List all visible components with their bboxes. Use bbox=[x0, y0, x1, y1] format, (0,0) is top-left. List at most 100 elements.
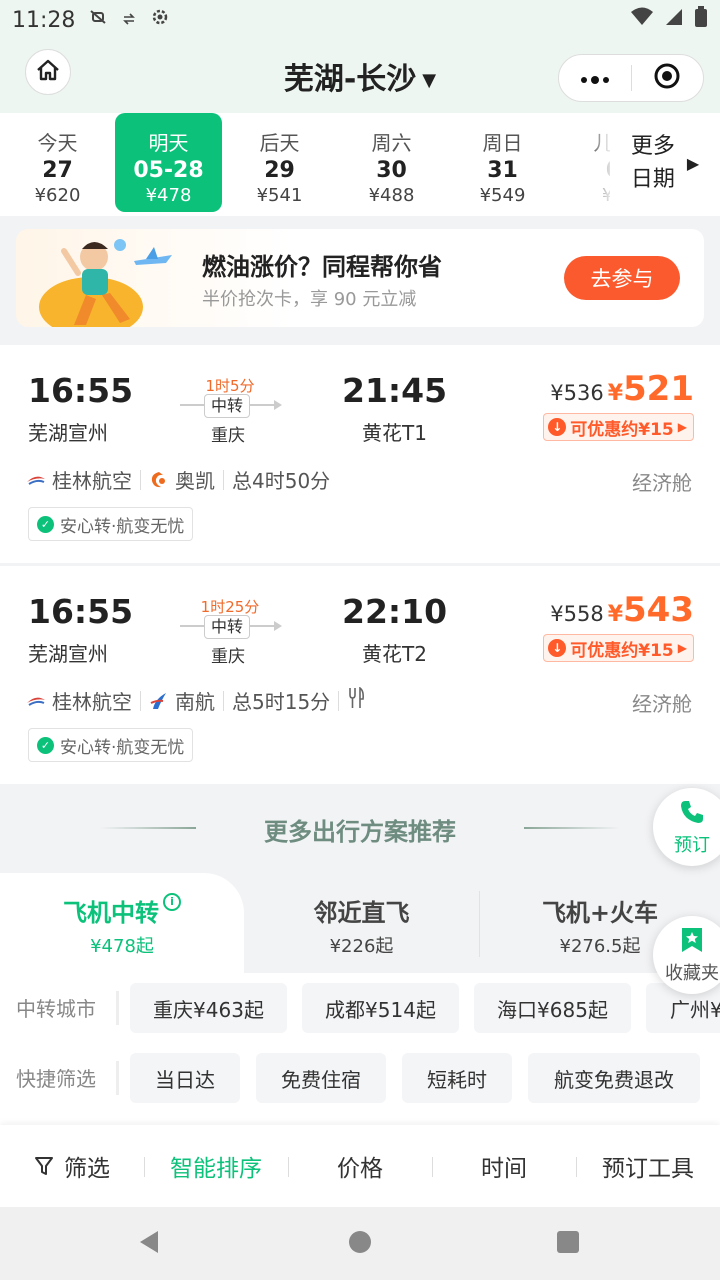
home-nav-button[interactable] bbox=[343, 1227, 377, 1261]
back-triangle-icon bbox=[136, 1228, 162, 1260]
more-dots-icon bbox=[580, 69, 610, 88]
close-miniapp-button[interactable] bbox=[632, 62, 704, 94]
promo-illustration bbox=[16, 229, 186, 327]
date-price: ¥478 bbox=[145, 185, 192, 206]
triangle-right-icon: ▶ bbox=[677, 420, 687, 434]
partner-airline: 奥凯 bbox=[175, 469, 215, 493]
chip-haikou[interactable]: 海口¥685起 bbox=[474, 983, 631, 1033]
date-label: 明天 bbox=[148, 131, 189, 155]
info-icon[interactable]: i bbox=[163, 893, 181, 911]
safe-transfer-text: 安心转·航变无忧 bbox=[60, 516, 185, 537]
filter-label: 筛选 bbox=[64, 1156, 110, 1182]
tab-flight-transfer[interactable]: 飞机中转 i ¥478起 bbox=[0, 873, 244, 973]
sort-bar: 筛选 智能排序 价格 时间 预订工具 bbox=[0, 1125, 720, 1207]
departure-airport: 芜湖宣州 bbox=[28, 421, 108, 445]
transfer-city-row: 中转城市 重庆¥463起 成都¥514起 海口¥685起 广州¥ bbox=[0, 973, 720, 1043]
recommend-title: 更多出行方案推荐 bbox=[264, 818, 456, 846]
airline-name: 桂林航空 bbox=[52, 469, 132, 493]
more-dates-button[interactable]: 更多日期 ▶ bbox=[610, 113, 720, 213]
date-value: 31 bbox=[487, 158, 518, 183]
divider bbox=[223, 690, 224, 711]
status-time: 11:28 bbox=[12, 7, 76, 33]
departure-time: 16:55 bbox=[28, 371, 134, 410]
flight-card[interactable]: 16:55 芜湖宣州 1时25分 中转 重庆 22:10 黄花T2 ¥558 ¥5… bbox=[0, 566, 720, 784]
date-tab-today[interactable]: 今天 27 ¥620 bbox=[4, 113, 111, 213]
transfer-badge: 中转 bbox=[204, 394, 250, 418]
date-value: 27 bbox=[42, 158, 73, 183]
coupon-badge[interactable]: ↓ 可优惠约¥15 ▶ bbox=[543, 634, 694, 662]
tab-title: 飞机中转 bbox=[63, 899, 159, 927]
safe-transfer-tag: ✓ 安心转·航变无忧 bbox=[28, 728, 194, 762]
chip-chongqing[interactable]: 重庆¥463起 bbox=[130, 983, 287, 1033]
divider bbox=[140, 469, 141, 490]
filter-button[interactable]: 筛选 bbox=[0, 1125, 144, 1207]
tab-price: ¥226起 bbox=[329, 936, 394, 957]
chip-free-change[interactable]: 航变免费退改 bbox=[528, 1053, 700, 1103]
chevron-right-icon: ▶ bbox=[686, 153, 700, 173]
transfer-city: 重庆 bbox=[211, 426, 245, 446]
recents-nav-button[interactable] bbox=[551, 1227, 585, 1261]
cabin-class: 经济舱 bbox=[632, 471, 692, 495]
safe-transfer-tag: ✓ 安心转·航变无忧 bbox=[28, 507, 194, 541]
down-arrow-icon: ↓ bbox=[548, 639, 567, 657]
date-tab-saturday[interactable]: 周六 30 ¥488 bbox=[338, 113, 445, 213]
date-price: ¥549 bbox=[479, 185, 526, 206]
promo-banner[interactable]: 燃油涨价？同程帮你省 半价抢次卡，享 90 元立减 去参与 bbox=[16, 229, 704, 327]
booking-tools-button[interactable]: 预订工具 bbox=[576, 1125, 720, 1207]
filter-label: 中转城市 bbox=[16, 997, 96, 1021]
tab-title: 邻近直飞 bbox=[313, 899, 410, 927]
join-promo-button[interactable]: 去参与 bbox=[564, 256, 680, 300]
back-nav-button[interactable] bbox=[132, 1227, 166, 1261]
favorites-label: 收藏夹 bbox=[665, 962, 719, 984]
decorative-line bbox=[524, 827, 620, 829]
divider bbox=[116, 1061, 119, 1095]
tab-nearby-direct[interactable]: 邻近直飞 ¥226起 bbox=[244, 873, 479, 973]
airline-info: 桂林航空 奥凯 总4时50分 bbox=[26, 465, 330, 494]
guilin-airlines-logo-icon bbox=[26, 694, 46, 708]
current-price: 543 bbox=[623, 590, 694, 630]
filter-funnel-icon bbox=[34, 1155, 54, 1177]
coupon-badge[interactable]: ↓ 可优惠约¥15 ▶ bbox=[543, 413, 694, 441]
down-arrow-icon: ↓ bbox=[548, 418, 567, 436]
arrival-airport: 黄花T2 bbox=[362, 642, 427, 666]
more-menu-button[interactable] bbox=[559, 69, 631, 88]
status-bar: 11:28 bbox=[0, 0, 720, 40]
arrival-time: 21:45 bbox=[342, 371, 448, 410]
chip-free-hotel[interactable]: 免费住宿 bbox=[256, 1053, 386, 1103]
smart-sort-button[interactable]: 智能排序 bbox=[144, 1125, 288, 1207]
flight-card[interactable]: 16:55 芜湖宣州 1时5分 中转 重庆 21:45 黄花T1 ¥536 ¥52… bbox=[0, 345, 720, 563]
chip-short-duration[interactable]: 短耗时 bbox=[402, 1053, 512, 1103]
time-sort-button[interactable]: 时间 bbox=[432, 1125, 576, 1207]
original-price: ¥558 bbox=[550, 602, 604, 626]
cabin-class: 经济舱 bbox=[632, 692, 692, 716]
price-symbol: ¥ bbox=[607, 381, 624, 406]
departure-time: 16:55 bbox=[28, 592, 134, 631]
current-price: 521 bbox=[623, 369, 694, 409]
home-circle-icon bbox=[347, 1229, 373, 1259]
chip-chengdu[interactable]: 成都¥514起 bbox=[302, 983, 459, 1033]
date-value: 30 bbox=[376, 158, 407, 183]
date-tab-day-after[interactable]: 后天 29 ¥541 bbox=[226, 113, 333, 213]
airline-name: 桂林航空 bbox=[52, 690, 132, 714]
price-symbol: ¥ bbox=[607, 602, 624, 627]
coupon-text: 可优惠约¥15 bbox=[570, 640, 674, 661]
chip-same-day[interactable]: 当日达 bbox=[130, 1053, 240, 1103]
total-duration: 总5时15分 bbox=[232, 690, 331, 714]
arrival-airport: 黄花T1 bbox=[362, 421, 427, 445]
notification-muted-icon bbox=[87, 6, 109, 34]
partner-airline: 南航 bbox=[175, 690, 215, 714]
transfer-city: 重庆 bbox=[211, 647, 245, 667]
price-sort-button[interactable]: 价格 bbox=[288, 1125, 432, 1207]
caret-down-icon: ▼ bbox=[422, 70, 437, 91]
date-label: 后天 bbox=[259, 131, 300, 155]
arrival-time: 22:10 bbox=[342, 592, 448, 631]
promo-subtitle: 半价抢次卡，享 90 元立减 bbox=[202, 289, 417, 310]
data-saver-icon bbox=[121, 8, 137, 33]
battery-icon bbox=[694, 6, 708, 34]
check-icon: ✓ bbox=[37, 736, 54, 754]
miniapp-capsule bbox=[558, 54, 704, 102]
date-tab-tomorrow[interactable]: 明天 05-28 ¥478 bbox=[115, 113, 222, 212]
airline-info: 桂林航空 南航 总5时15分 bbox=[26, 686, 365, 715]
date-tab-sunday[interactable]: 周日 31 ¥549 bbox=[449, 113, 556, 213]
quick-filter-row: 快捷筛选 当日达 免费住宿 短耗时 航变免费退改 bbox=[0, 1043, 720, 1125]
